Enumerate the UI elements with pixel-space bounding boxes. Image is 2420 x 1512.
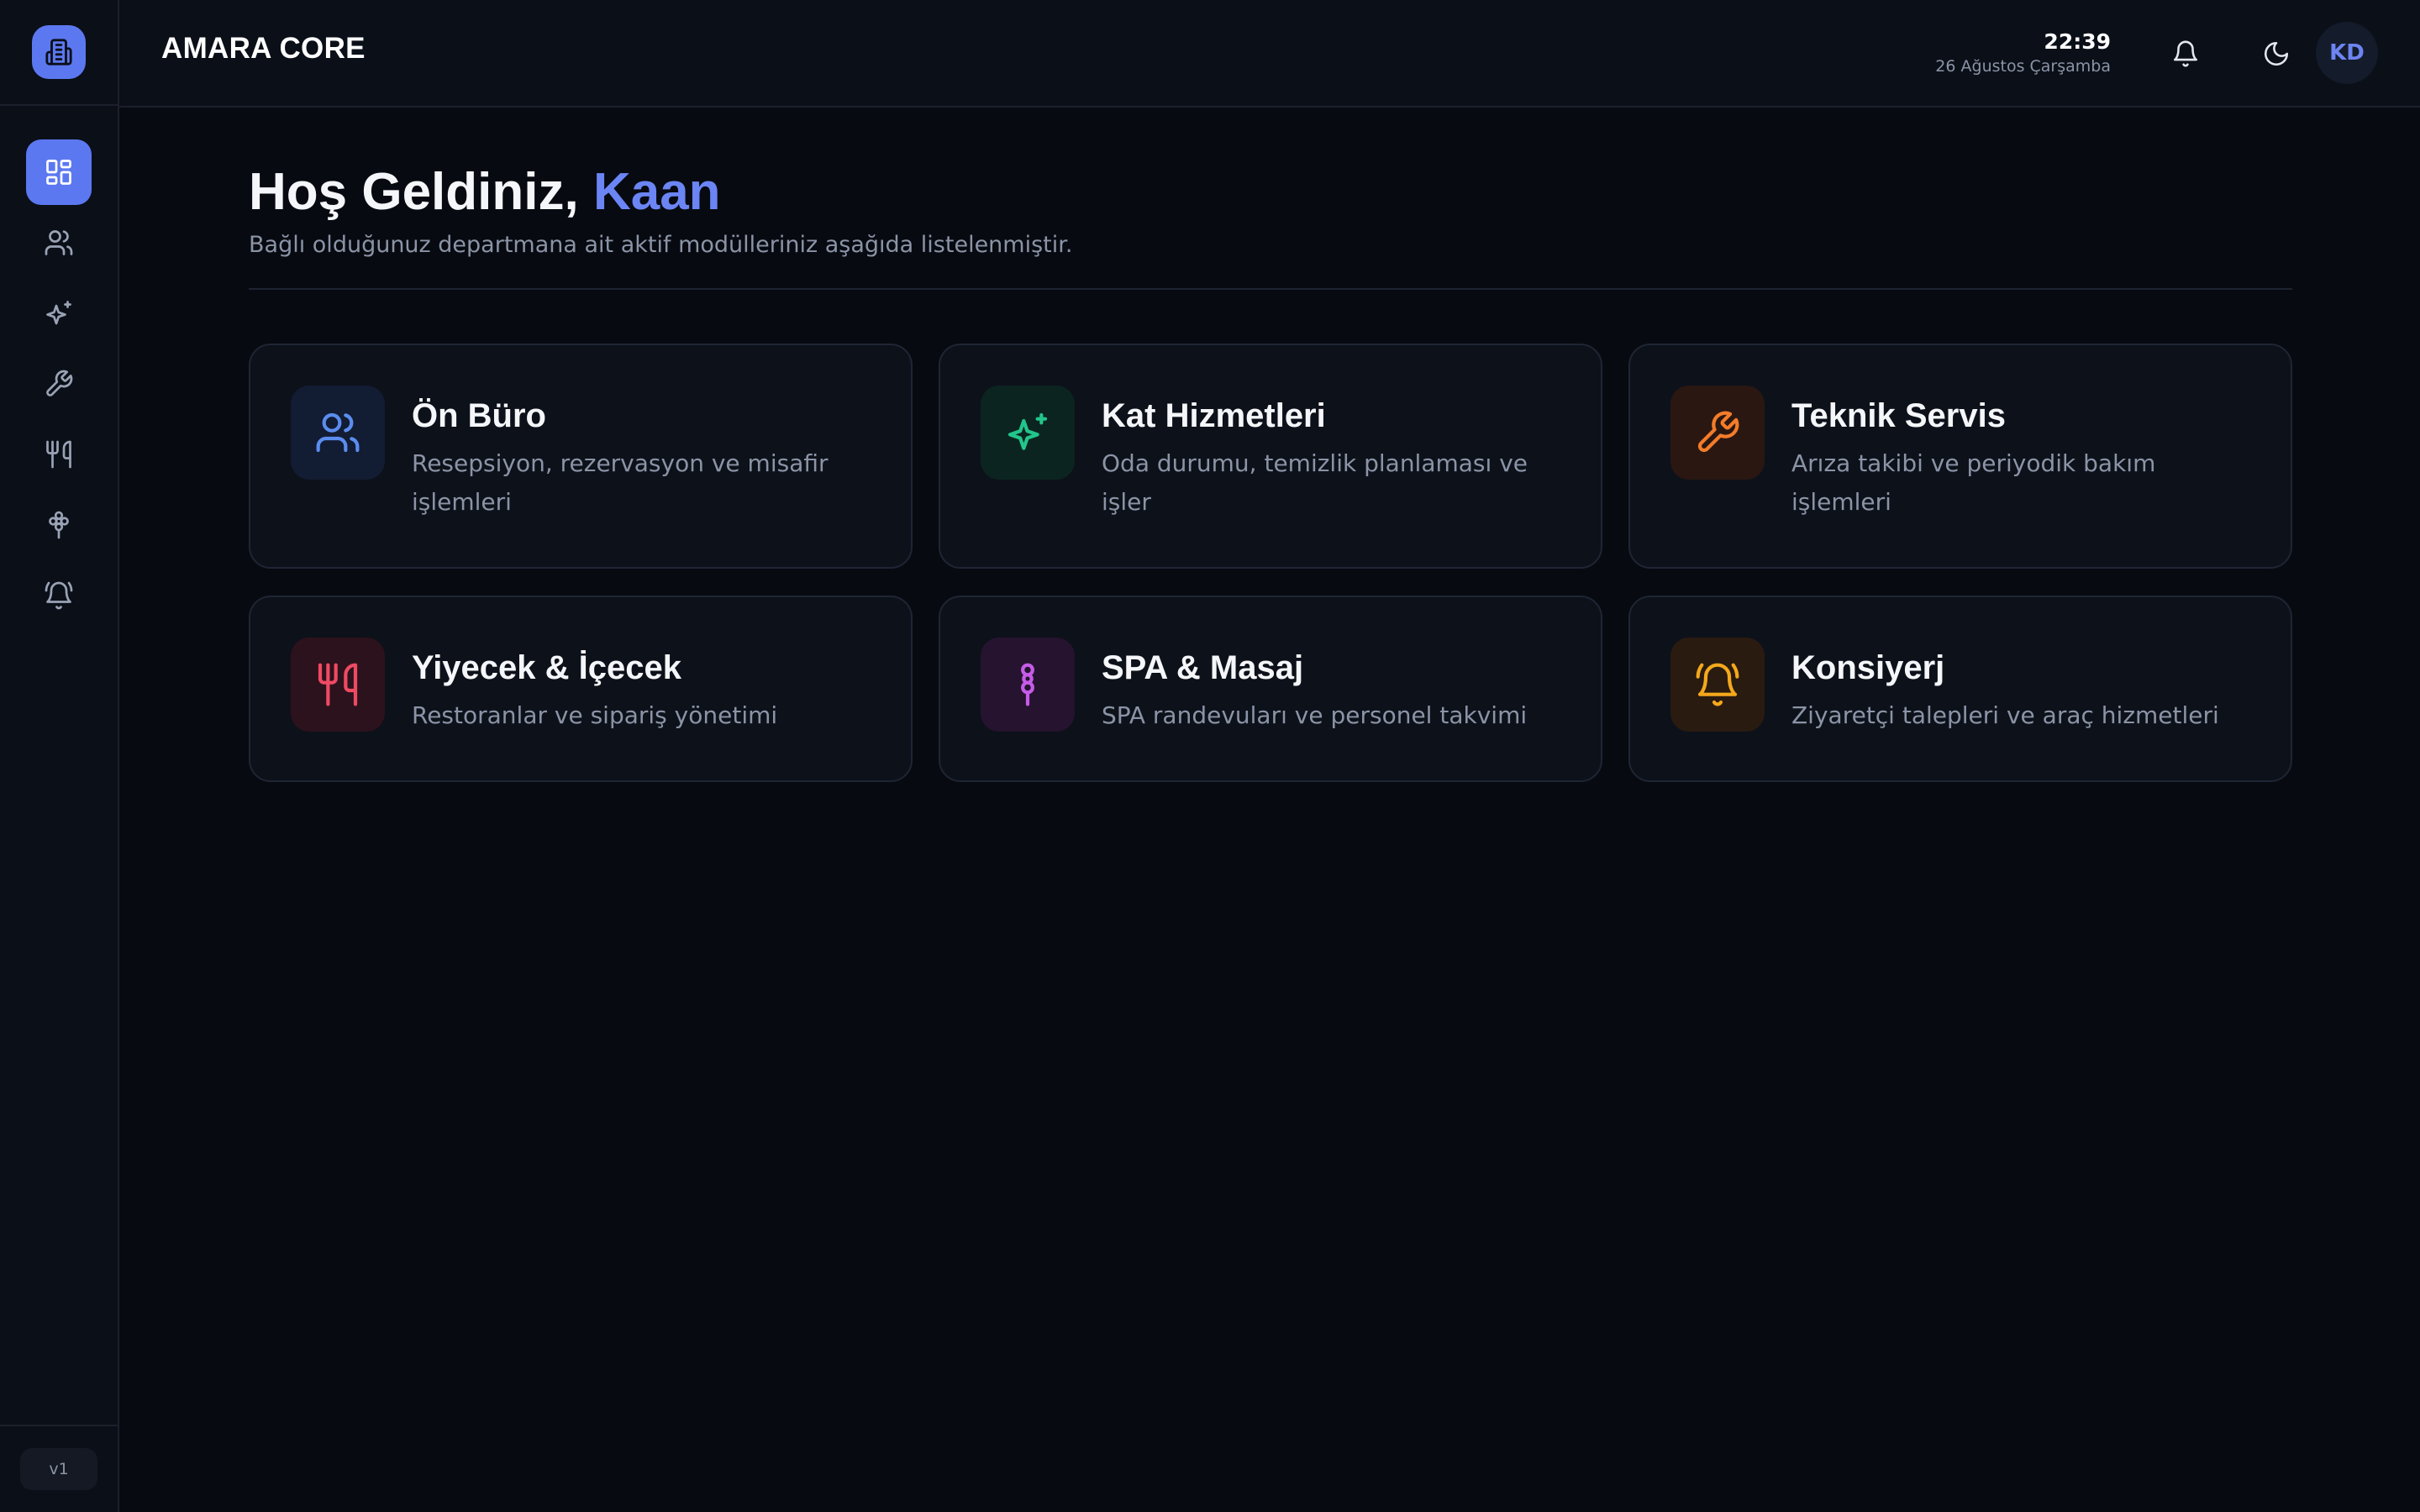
module-description: Arıza takibi ve periyodik bakım işlemler… <box>1791 449 2156 516</box>
sidebar-nav <box>0 106 118 633</box>
module-card-technical[interactable]: Teknik Servis Arıza takibi ve periyodik … <box>1628 344 2292 569</box>
flower-icon <box>49 511 69 539</box>
module-icon-box <box>291 638 385 732</box>
module-icon-box <box>981 638 1075 732</box>
clock: 22:39 26 Ağustos Çarşamba <box>1935 29 2111 77</box>
sparkles-icon <box>46 301 71 325</box>
module-icon-box <box>291 386 385 480</box>
module-description: Restoranlar ve sipariş yönetimi <box>412 701 778 729</box>
welcome-subtitle: Bağlı olduğunuz departmana ait aktif mod… <box>249 232 1073 258</box>
users-icon <box>316 412 360 453</box>
app-root: v1 AMARA CORE 22:39 26 Ağustos Çarşamba … <box>0 0 2420 1512</box>
module-text: Teknik Servis Arıza takibi ve periyodik … <box>1791 386 2250 527</box>
sidebar-item-concierge[interactable] <box>26 563 92 628</box>
bell-icon <box>2173 40 2198 67</box>
wrench-icon <box>46 370 73 396</box>
module-description: Ziyaretçi talepleri ve araç hizmetleri <box>1791 701 2219 729</box>
module-icon-box <box>981 386 1075 480</box>
bell-ring-icon <box>1696 663 1739 706</box>
sidebar-item-housekeeping[interactable] <box>26 281 92 346</box>
module-icon-box <box>1670 638 1765 732</box>
module-title: Ön Büro <box>412 397 546 434</box>
welcome-heading: Hoş Geldiniz, Kaan <box>249 160 2292 225</box>
wrench-icon <box>1697 411 1739 453</box>
module-card-front-office[interactable]: Ön Büro Resepsiyon, rezervasyon ve misaf… <box>249 344 913 569</box>
module-text: Ön Büro Resepsiyon, rezervasyon ve misaf… <box>412 386 832 527</box>
flower-icon <box>1021 663 1034 706</box>
sidebar-item-food-beverage[interactable] <box>26 422 92 487</box>
sparkles-icon <box>1007 412 1048 450</box>
hotel-logo-icon[interactable] <box>32 25 86 79</box>
module-text: SPA & Masaj SPA randevuları ve personel … <box>1102 638 1527 740</box>
module-description: Resepsiyon, rezervasyon ve misafir işlem… <box>412 449 829 516</box>
module-title: Kat Hizmetleri <box>1102 397 1326 434</box>
module-title: SPA & Masaj <box>1102 649 1304 686</box>
clock-date: 26 Ağustos Çarşamba <box>1935 57 2111 76</box>
theme-toggle-button[interactable] <box>2255 33 2297 75</box>
module-grid: Ön Büro Resepsiyon, rezervasyon ve misaf… <box>249 344 2292 782</box>
app-title: AMARA CORE <box>161 32 366 65</box>
welcome-greeting: Hoş Geldiniz, <box>249 163 593 221</box>
utensils-icon <box>46 440 71 469</box>
moon-icon <box>2264 41 2289 66</box>
module-card-housekeeping[interactable]: Kat Hizmetleri Oda durumu, temizlik plan… <box>939 344 1602 569</box>
clock-time: 22:39 <box>2044 29 2111 54</box>
sidebar-item-technical[interactable] <box>26 351 92 417</box>
module-description: SPA randevuları ve personel takvimi <box>1102 701 1528 729</box>
utensils-icon <box>318 663 358 706</box>
sidebar-footer: v1 <box>0 1425 118 1512</box>
notifications-button[interactable] <box>2165 33 2207 75</box>
sidebar-logo-area <box>0 0 118 106</box>
top-header: AMARA CORE 22:39 26 Ağustos Çarşamba KD <box>119 0 2420 108</box>
sidebar-item-front-office[interactable] <box>26 210 92 276</box>
module-text: Kat Hizmetleri Oda durumu, temizlik plan… <box>1102 386 1560 527</box>
welcome-user-name: Kaan <box>592 163 721 221</box>
users-icon <box>45 230 73 255</box>
divider <box>249 288 2292 290</box>
sidebar-item-spa[interactable] <box>26 492 92 558</box>
module-title: Konsiyerj <box>1791 649 1945 686</box>
module-text: Yiyecek & İçecek Restoranlar ve sipariş … <box>412 638 777 740</box>
main-content: Hoş Geldiniz, Kaan Bağlı olduğunuz depar… <box>249 160 2292 782</box>
sidebar: v1 <box>0 0 119 1512</box>
version-badge: v1 <box>20 1448 97 1490</box>
module-card-spa[interactable]: SPA & Masaj SPA randevuları ve personel … <box>939 596 1602 782</box>
module-title: Teknik Servis <box>1791 397 2006 434</box>
module-text: Konsiyerj Ziyaretçi talepleri ve araç hi… <box>1791 638 2219 740</box>
bell-ring-icon <box>45 581 73 610</box>
module-card-food-beverage[interactable]: Yiyecek & İçecek Restoranlar ve sipariş … <box>249 596 913 782</box>
module-card-concierge[interactable]: Konsiyerj Ziyaretçi talepleri ve araç hi… <box>1628 596 2292 782</box>
module-title: Yiyecek & İçecek <box>412 649 681 686</box>
sidebar-item-dashboard[interactable] <box>26 139 92 205</box>
module-icon-box <box>1670 386 1765 480</box>
module-description: Oda durumu, temizlik planlaması ve işler <box>1102 449 1528 516</box>
user-avatar[interactable]: KD <box>2316 22 2378 84</box>
dashboard-icon <box>46 160 71 185</box>
